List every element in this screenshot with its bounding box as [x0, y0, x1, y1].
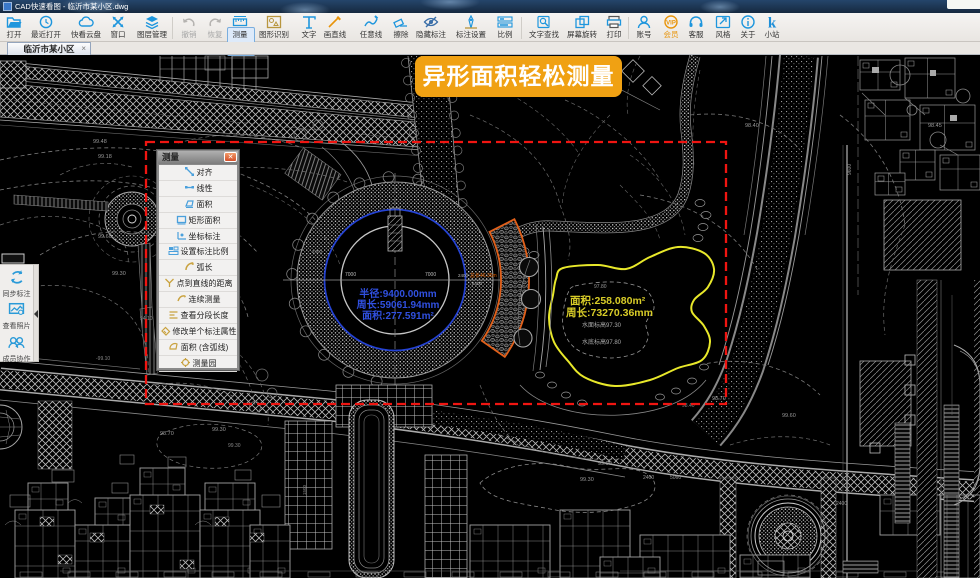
svg-text:99.60: 99.60: [98, 234, 112, 240]
svg-text:99.30: 99.30: [212, 427, 226, 433]
svg-text:98.70: 98.70: [160, 431, 174, 437]
svg-text:97.80: 97.80: [594, 284, 607, 290]
svg-text:98.70: 98.70: [712, 396, 726, 402]
svg-text:2400: 2400: [836, 501, 847, 507]
svg-text:7000: 7000: [345, 272, 356, 278]
svg-text:周长:59061.94mm: 周长:59061.94mm: [357, 298, 440, 311]
svg-text:2400: 2400: [643, 475, 654, 481]
svg-text:99.18: 99.18: [98, 154, 112, 160]
svg-text:面积:277.591m²: 面积:277.591m²: [362, 309, 434, 322]
svg-text:5060: 5060: [670, 475, 681, 481]
svg-text:总长46.35m: 总长46.35m: [470, 272, 497, 279]
svg-text:水面标高97.30: 水面标高97.30: [582, 321, 622, 329]
svg-text:99.48: 99.48: [93, 139, 107, 145]
svg-text:99.30: 99.30: [228, 443, 241, 449]
svg-text:99.30: 99.30: [112, 271, 126, 277]
svg-text:2400: 2400: [312, 249, 323, 254]
svg-text:周长:73270.36mm: 周长:73270.36mm: [566, 306, 653, 319]
svg-text:99.60: 99.60: [782, 413, 796, 419]
svg-text:水底标高97.80: 水底标高97.80: [582, 338, 622, 346]
svg-text:99.00: 99.00: [598, 461, 612, 467]
svg-text:6400: 6400: [472, 281, 483, 286]
svg-text:k: k: [768, 16, 777, 30]
svg-text:-99.10: -99.10: [96, 356, 110, 362]
svg-text:面积:258.080m²: 面积:258.080m²: [570, 294, 646, 307]
svg-text:2400: 2400: [458, 273, 469, 278]
svg-text:7000: 7000: [425, 272, 436, 278]
svg-text:98.40: 98.40: [745, 123, 759, 129]
svg-text:9600: 9600: [847, 164, 853, 175]
svg-text:99.30: 99.30: [580, 477, 594, 483]
svg-text:1500: 1500: [302, 484, 307, 495]
svg-text:98.45: 98.45: [928, 123, 942, 129]
svg-text:半径:9400.00mm: 半径:9400.00mm: [359, 287, 436, 300]
